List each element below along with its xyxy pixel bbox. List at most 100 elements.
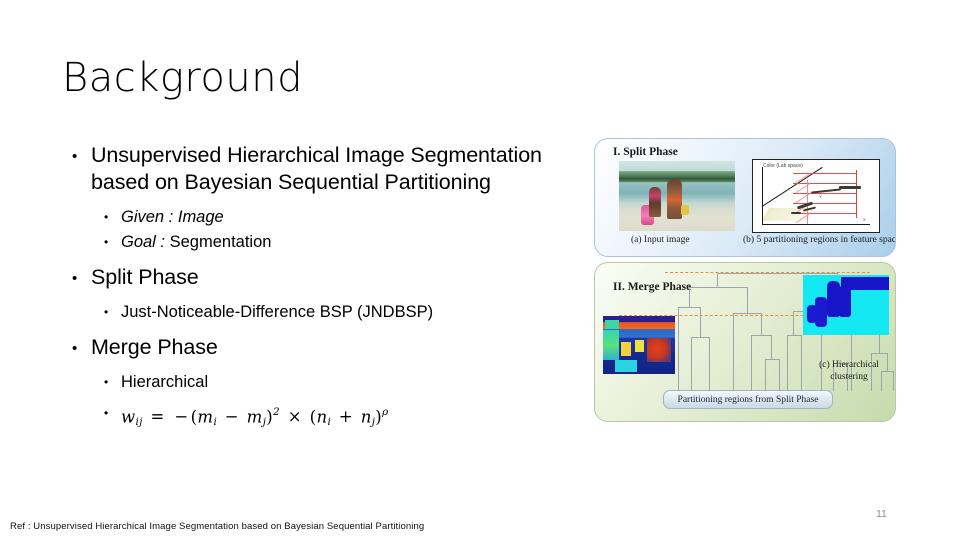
- caption-feature-space: (b) 5 partitioning regions in feature sp…: [743, 235, 896, 245]
- dendrogram-link: [733, 313, 761, 314]
- dendrogram-link: [689, 287, 690, 307]
- feature-space-plot-label: Color (Lab space): [763, 163, 803, 169]
- segment-region-b: [621, 342, 631, 356]
- partition-plane-depth-2: [795, 183, 811, 194]
- bullet-list: • Unsupervised Hierarchical Image Segmen…: [72, 142, 572, 436]
- bullet-glyph-icon: •: [104, 210, 109, 224]
- dendrogram-link: [751, 335, 771, 336]
- reference-note: Ref : Unsupervised Hierarchical Image Se…: [10, 521, 425, 532]
- split-phase-heading: I. Split Phase: [613, 146, 678, 158]
- cluster-blob-person-4: [807, 305, 817, 323]
- list-item-split-phase: • Split Phase: [72, 264, 572, 291]
- dendrogram-link: [801, 335, 802, 391]
- dendrogram-link: [747, 287, 748, 313]
- bullet-glyph-icon: •: [104, 235, 109, 249]
- plot-axis-y: [762, 167, 763, 225]
- list-item-main-topic: • Unsupervised Hierarchical Image Segmen…: [72, 142, 572, 196]
- photo-yellow-object: [681, 205, 689, 215]
- segment-region-e: [615, 360, 637, 372]
- dendrogram-link: [765, 359, 766, 391]
- bullet-glyph-icon: •: [72, 340, 78, 357]
- photo-person-left: [649, 187, 661, 217]
- formula-power-2: ρ: [382, 407, 389, 418]
- segment-region-f: [605, 320, 619, 329]
- list-item-merge-detail: • Hierarchical: [104, 370, 572, 394]
- dendrogram-link: [893, 371, 894, 391]
- merge-phase-text: Merge Phase: [91, 335, 218, 359]
- feature-space-plot: Color (Lab space) Y X: [752, 159, 880, 233]
- partition-plane-3: [793, 193, 857, 194]
- dendrogram-link: [717, 273, 718, 287]
- dendrogram-link: [765, 359, 779, 360]
- page-number: 11: [876, 508, 887, 520]
- plot-axis-x-label: X: [863, 217, 866, 222]
- formula-equals: =: [150, 407, 165, 427]
- input-image-photo: [619, 161, 735, 231]
- dendrogram-link: [751, 335, 752, 391]
- bullet-glyph-icon: •: [104, 375, 109, 389]
- list-item-goal: • Goal : Segmentation: [104, 230, 572, 254]
- dendrogram-link: [678, 307, 679, 391]
- given-text: Given : Image: [121, 208, 224, 226]
- segmentation-map-image: [603, 316, 675, 374]
- dendrogram-link: [771, 335, 772, 359]
- formula-m2: m: [246, 407, 263, 427]
- formula-n2: n: [360, 407, 372, 427]
- dendrogram-link: [717, 273, 837, 274]
- split-phase-text: Split Phase: [91, 265, 199, 289]
- formula-n1-sub: i: [327, 416, 332, 428]
- bullet-glyph-icon: •: [72, 270, 78, 287]
- dendrogram-link: [689, 287, 747, 288]
- segment-region-c: [635, 340, 644, 352]
- list-item-merge-phase: • Merge Phase: [72, 334, 572, 361]
- segment-region-a: [603, 330, 619, 360]
- caption-input-image: (a) Input image: [631, 235, 690, 245]
- formula-lhs: w: [121, 407, 136, 427]
- split-detail-text: Just-Noticeable-Difference BSP (JNDBSP): [121, 303, 434, 321]
- formula-power-1: 2: [273, 407, 281, 418]
- formula-minus: −: [174, 407, 189, 427]
- hierarchical-clustering-result-image: [803, 275, 889, 335]
- dendrogram-link: [787, 335, 788, 391]
- segment-region-d: [647, 338, 671, 362]
- page-title: Background: [62, 55, 303, 101]
- dendrogram-link: [700, 307, 701, 337]
- merge-phase-figure-panel: II. Merge Phase (c) Hierarchical cluster…: [594, 262, 896, 422]
- bullet-glyph-icon: •: [104, 305, 109, 319]
- formula-add-op: +: [338, 407, 354, 427]
- data-cluster-top-right: [839, 186, 861, 189]
- bullet-glyph-icon: •: [72, 148, 78, 165]
- dendrogram-link: [871, 353, 887, 354]
- photo-person-right: [667, 179, 682, 219]
- caption-line-1: (c) Hierarchical: [819, 360, 879, 370]
- partition-plane-5: [793, 213, 857, 214]
- formula-n1: n: [316, 407, 328, 427]
- dendrogram-link: [678, 307, 700, 308]
- partition-plane-depth-1: [795, 173, 811, 184]
- formula-lhs-sub: ij: [135, 416, 143, 428]
- merge-detail-text: Hierarchical: [121, 373, 209, 391]
- plot-axis-x: [762, 224, 870, 225]
- dendrogram-link: [761, 313, 762, 335]
- goal-label: Goal :: [121, 233, 166, 251]
- caption-hierarchical-clustering: (c) Hierarchical clustering: [807, 359, 891, 383]
- list-item-formula: • wij = − (mi − mj)2 × (ni + nj)ρ: [104, 401, 572, 435]
- dendrogram-link: [709, 337, 710, 391]
- partitioning-regions-label: Partitioning regions from Split Phase: [663, 390, 833, 409]
- cluster-blob-person-2: [839, 285, 851, 317]
- plot-box-right-edge: [856, 170, 857, 218]
- main-topic-text: Unsupervised Hierarchical Image Segmenta…: [91, 143, 542, 194]
- formula-m1: m: [197, 407, 214, 427]
- formula-m1-sub: i: [213, 416, 218, 428]
- partition-plane-2: [793, 183, 857, 184]
- split-phase-figure-panel: I. Split Phase Color (Lab space) Y X (a): [594, 138, 896, 257]
- goal-value: Segmentation: [169, 233, 272, 251]
- dendrogram-link: [733, 313, 734, 391]
- data-cluster-low: [791, 212, 801, 214]
- dendrogram-link: [779, 359, 780, 391]
- list-item-split-detail: • Just-Noticeable-Difference BSP (JNDBSP…: [104, 300, 572, 324]
- merge-weight-formula: wij = − (mi − mj)2 × (ni + nj)ρ: [121, 401, 572, 435]
- dendrogram-link: [691, 337, 709, 338]
